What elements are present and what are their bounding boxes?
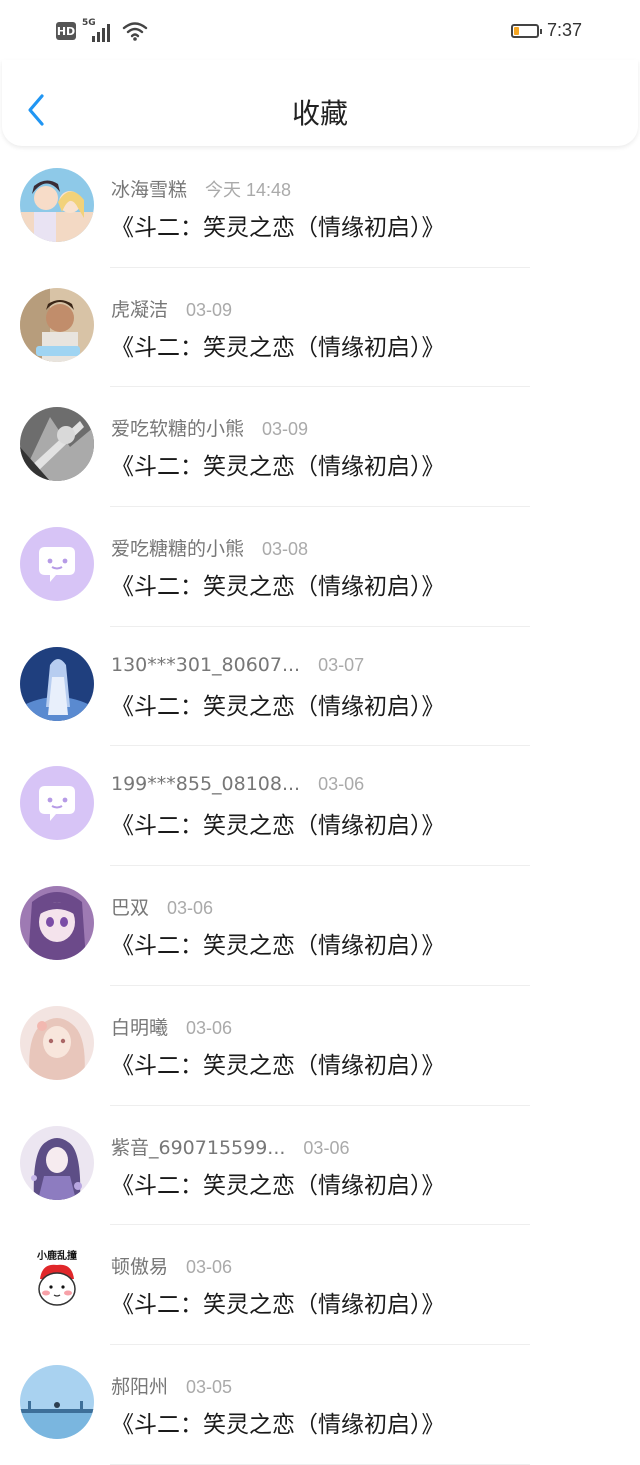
favorite-item[interactable]: 130***301_80607... 03-07 《斗二：笑灵之恋（情缘初启）》 bbox=[0, 627, 640, 747]
user-name: 冰海雪糕 bbox=[111, 179, 188, 201]
book-title[interactable]: 《斗二：笑灵之恋（情缘初启）》 bbox=[111, 328, 445, 362]
item-meta: 130***301_80607... 03-07 bbox=[111, 654, 364, 676]
battery-icon bbox=[510, 23, 542, 38]
item-meta: 郝阳州 03-05 bbox=[111, 1372, 232, 1399]
book-title[interactable]: 《斗二：笑灵之恋（情缘初启）》 bbox=[111, 208, 445, 242]
favorite-item[interactable]: 郝阳州 03-05 《斗二：笑灵之恋（情缘初启）》 bbox=[0, 1345, 640, 1465]
user-name: 紫音_690715599... bbox=[111, 1136, 286, 1159]
book-title[interactable]: 《斗二：笑灵之恋（情缘初启）》 bbox=[111, 447, 445, 481]
hd-badge: HD bbox=[56, 22, 76, 40]
favorite-date: 03-05 bbox=[186, 1376, 233, 1397]
item-meta: 顿傲易 03-06 bbox=[111, 1252, 232, 1279]
favorite-item[interactable]: 冰海雪糕 今天 14:48 《斗二：笑灵之恋（情缘初启）》 bbox=[0, 148, 640, 268]
book-title[interactable]: 《斗二：笑灵之恋（情缘初启）》 bbox=[111, 1046, 445, 1080]
status-bar: HD 5G 7:37 bbox=[0, 0, 640, 62]
user-name: 顿傲易 bbox=[111, 1256, 169, 1279]
favorite-date: 03-06 bbox=[167, 898, 214, 919]
book-title[interactable]: 《斗二：笑灵之恋（情缘初启）》 bbox=[111, 806, 445, 840]
user-name: 虎凝洁 bbox=[111, 298, 169, 321]
favorite-date: 03-09 bbox=[262, 419, 309, 440]
divider bbox=[110, 1463, 530, 1465]
favorite-item[interactable]: 爱吃糖糖的小熊 03-08 《斗二：笑灵之恋（情缘初启）》 bbox=[0, 507, 640, 627]
favorite-date: 03-06 bbox=[318, 774, 365, 795]
avatar[interactable] bbox=[20, 407, 94, 482]
book-title[interactable]: 《斗二：笑灵之恋（情缘初启）》 bbox=[111, 926, 445, 960]
item-meta: 虎凝洁 03-09 bbox=[111, 295, 232, 322]
item-meta: 爱吃糖糖的小熊 03-08 bbox=[111, 534, 308, 561]
favorite-item[interactable]: 白明曦 03-06 《斗二：笑灵之恋（情缘初启）》 bbox=[0, 986, 640, 1106]
favorite-date: 03-08 bbox=[262, 539, 309, 560]
item-meta: 199***855_08108... 03-06 bbox=[111, 773, 364, 795]
item-meta: 冰海雪糕 今天 14:48 bbox=[111, 175, 291, 202]
user-name: 巴双 bbox=[111, 897, 150, 920]
item-meta: 紫音_690715599... 03-06 bbox=[111, 1133, 349, 1160]
favorite-item[interactable]: 巴双 03-06 《斗二：笑灵之恋（情缘初启）》 bbox=[0, 866, 640, 986]
avatar[interactable] bbox=[20, 527, 94, 602]
favorite-item[interactable]: 小鹿乱撞 顿傲易 03-06 《斗二：笑灵之恋（情缘初启）》 bbox=[0, 1225, 640, 1345]
book-title[interactable]: 《斗二：笑灵之恋（情缘初启）》 bbox=[111, 687, 445, 721]
favorite-date: 03-06 bbox=[186, 1257, 233, 1278]
favorite-item[interactable]: 虎凝洁 03-09 《斗二：笑灵之恋（情缘初启）》 bbox=[0, 268, 640, 388]
avatar[interactable] bbox=[20, 1005, 94, 1080]
status-left: HD 5G bbox=[56, 18, 148, 42]
clock: 7:37 bbox=[546, 20, 582, 40]
favorite-date: 03-06 bbox=[303, 1137, 350, 1158]
user-name: 130***301_80607... bbox=[111, 653, 301, 676]
favorite-date: 今天 14:48 bbox=[205, 180, 292, 200]
avatar[interactable] bbox=[20, 168, 94, 242]
favorite-item[interactable]: 爱吃软糖的小熊 03-09 《斗二：笑灵之恋（情缘初启）》 bbox=[0, 387, 640, 508]
favorites-list: 冰海雪糕 今天 14:48 《斗二：笑灵之恋（情缘初启）》 虎凝洁 03-09 《斗二：笑… bbox=[0, 148, 640, 1465]
item-meta: 爱吃软糖的小熊 03-09 bbox=[111, 414, 308, 441]
cellular-signal-icon: 5G bbox=[82, 18, 116, 42]
header-bar: 收藏 bbox=[2, 60, 638, 146]
item-meta: 白明曦 03-06 bbox=[111, 1013, 232, 1040]
book-title[interactable]: 《斗二：笑灵之恋（情缘初启）》 bbox=[111, 1285, 445, 1319]
avatar[interactable] bbox=[20, 646, 94, 721]
user-name: 郝阳州 bbox=[111, 1375, 169, 1398]
user-name: 爱吃软糖的小熊 bbox=[111, 418, 245, 441]
avatar[interactable] bbox=[20, 1125, 94, 1200]
user-name: 199***855_08108... bbox=[111, 773, 301, 796]
favorite-date: 03-09 bbox=[186, 299, 233, 320]
favorite-item[interactable]: 199***855_08108... 03-06 《斗二：笑灵之恋（情缘初启）》 bbox=[0, 746, 640, 867]
favorite-date: 03-07 bbox=[318, 654, 365, 675]
avatar[interactable]: 小鹿乱撞 bbox=[20, 1245, 94, 1320]
avatar[interactable] bbox=[20, 1364, 94, 1439]
favorite-item[interactable]: 紫音_690715599... 03-06 《斗二：笑灵之恋（情缘初启）》 bbox=[0, 1106, 640, 1226]
status-right: 7:37 bbox=[510, 20, 582, 41]
book-title[interactable]: 《斗二：笑灵之恋（情缘初启）》 bbox=[111, 1166, 445, 1200]
avatar[interactable] bbox=[20, 287, 94, 362]
avatar[interactable] bbox=[20, 766, 94, 841]
avatar-caption: 小鹿乱撞 bbox=[36, 1249, 77, 1262]
book-title[interactable]: 《斗二：笑灵之恋（情缘初启）》 bbox=[111, 567, 445, 601]
favorite-date: 03-06 bbox=[186, 1017, 233, 1038]
user-name: 白明曦 bbox=[111, 1016, 169, 1039]
item-meta: 巴双 03-06 bbox=[111, 893, 213, 920]
page-title: 收藏 bbox=[291, 97, 348, 130]
wifi-icon bbox=[122, 22, 148, 41]
avatar[interactable] bbox=[20, 886, 94, 961]
user-name: 爱吃糖糖的小熊 bbox=[111, 538, 245, 561]
